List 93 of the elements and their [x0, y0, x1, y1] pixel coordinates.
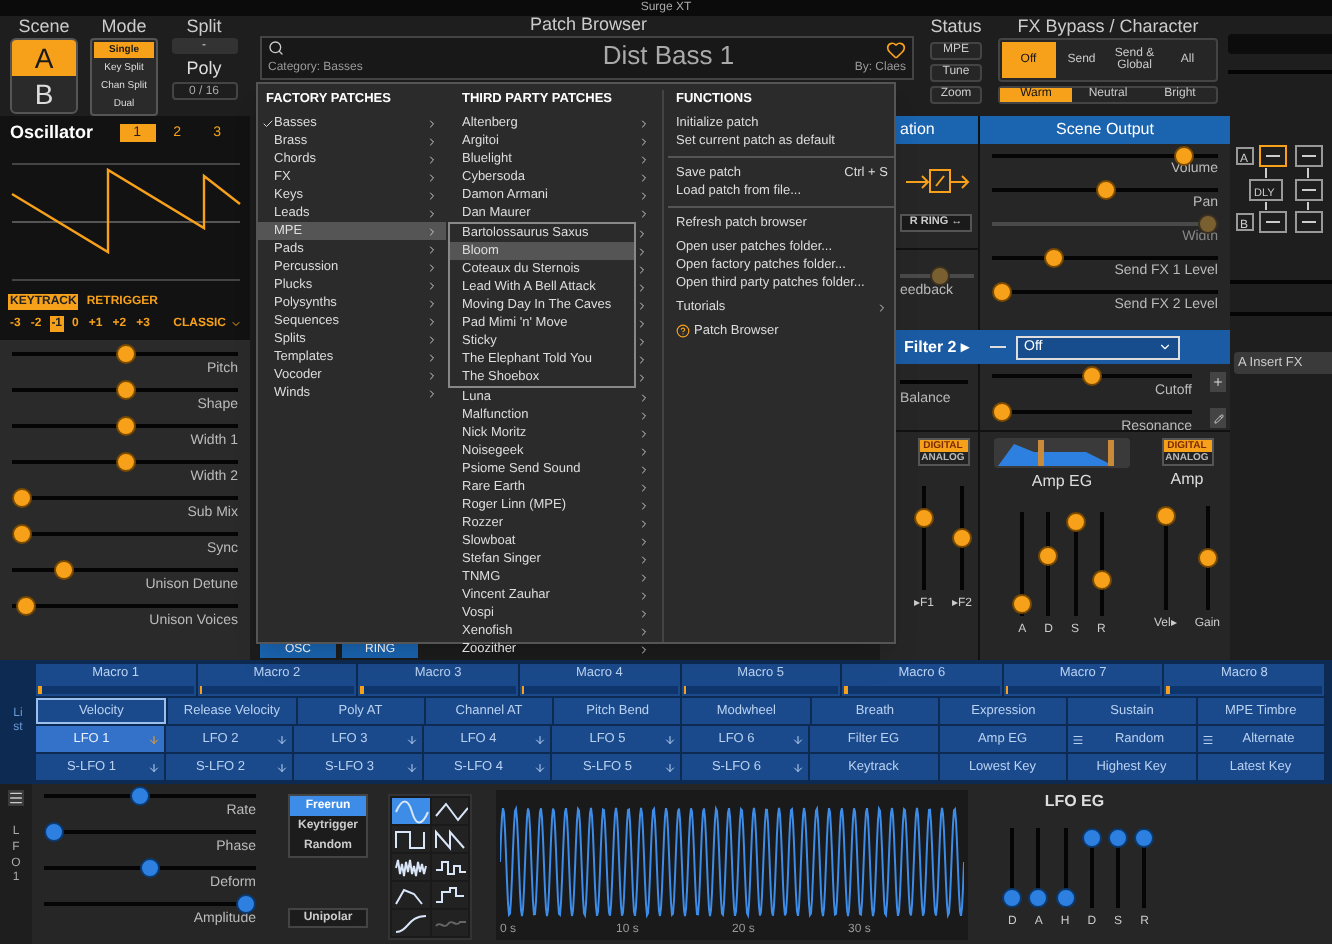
- chevron-icon: [876, 301, 888, 313]
- dash-icon: [990, 346, 1006, 348]
- patch-name: Dist Bass 1: [602, 40, 735, 74]
- scene-button[interactable]: A: [12, 40, 76, 76]
- panel-title: Scene Output: [1056, 120, 1154, 140]
- lfo-shape-button[interactable]: [392, 826, 429, 852]
- arrow-down-icon: [534, 761, 546, 773]
- lfo-shape-button[interactable]: [431, 882, 468, 908]
- slider-thumb[interactable]: [1108, 828, 1129, 848]
- wave-shape-icon: [431, 826, 468, 852]
- slider-thumb[interactable]: [130, 786, 151, 806]
- arrow-down-icon: [792, 733, 804, 745]
- slider-thumb[interactable]: [1055, 888, 1076, 908]
- slider-thumb[interactable]: [1002, 888, 1023, 908]
- wave-shape-icon: [392, 910, 429, 936]
- scene-button[interactable]: B: [12, 76, 76, 112]
- arrow-down-icon: [147, 761, 159, 773]
- check-icon: [262, 117, 274, 129]
- slider-thumb[interactable]: [1155, 506, 1176, 526]
- wave-shape-icon: [392, 798, 429, 824]
- arrow-down-icon: [663, 733, 675, 745]
- slider-thumb[interactable]: [16, 596, 37, 616]
- section-label: Scene: [18, 16, 70, 38]
- plus-icon: [1212, 376, 1224, 388]
- slider-thumb[interactable]: [115, 344, 135, 364]
- slider-thumb[interactable]: [1065, 512, 1085, 532]
- arrow-down-icon: [276, 733, 288, 745]
- lfo-shape-button[interactable]: [431, 798, 468, 824]
- slider-thumb[interactable]: [1043, 248, 1064, 268]
- slider-thumb[interactable]: [236, 894, 256, 914]
- section-label: Poly: [186, 58, 222, 80]
- slider-thumb[interactable]: [53, 560, 74, 580]
- section-label: Split: [186, 16, 222, 38]
- pencil-icon: [1213, 413, 1223, 423]
- arrow-down-icon: [405, 761, 417, 773]
- wave-shape-icon: [392, 826, 429, 852]
- panel-title: ation: [900, 120, 935, 140]
- slider-thumb[interactable]: [929, 266, 950, 286]
- arrow-down-icon: [405, 733, 417, 745]
- edit-button[interactable]: [1210, 408, 1226, 428]
- slider-thumb[interactable]: [992, 402, 1012, 422]
- eg-title: LFO EG: [1044, 792, 1105, 812]
- panel-title: Oscillator: [10, 120, 94, 144]
- menu-icon: [1201, 733, 1213, 745]
- caret-icon: [1158, 340, 1172, 354]
- slider-thumb[interactable]: [1173, 146, 1194, 166]
- heart-icon[interactable]: [886, 40, 906, 60]
- slider-thumb[interactable]: [140, 858, 160, 878]
- slider-thumb[interactable]: [115, 452, 135, 472]
- section-label: Patch Browser: [530, 16, 650, 34]
- amp-label: Amp: [1170, 470, 1204, 490]
- lfo-shape-button[interactable]: [392, 910, 429, 936]
- section-label: FX Bypass / Character: [1017, 16, 1199, 38]
- search-icon: [268, 40, 284, 56]
- slider-thumb[interactable]: [1012, 593, 1033, 614]
- slider-thumb[interactable]: [12, 524, 32, 544]
- slider-thumb[interactable]: [1082, 366, 1102, 386]
- slider-thumb[interactable]: [12, 488, 32, 508]
- wave-shape-icon: [431, 882, 468, 908]
- arrow-down-icon: [792, 761, 804, 773]
- lfo-shape-button[interactable]: [392, 854, 429, 880]
- slider-thumb[interactable]: [44, 822, 64, 842]
- slider-thumb[interactable]: [1081, 828, 1102, 848]
- wave-shape-icon: [431, 798, 468, 824]
- menu-icon[interactable]: [8, 790, 24, 806]
- arrow-down-icon: [147, 733, 159, 745]
- slider-thumb[interactable]: [1028, 888, 1049, 908]
- wave-shape-icon: [392, 854, 429, 880]
- slider-thumb[interactable]: [1134, 828, 1155, 848]
- lfo-shape-button[interactable]: [392, 882, 429, 908]
- plus-button[interactable]: [1210, 372, 1226, 392]
- section-label: Mode: [101, 16, 147, 38]
- envelope-display: [994, 438, 1130, 468]
- slider-thumb[interactable]: [992, 282, 1012, 302]
- slider-thumb[interactable]: [913, 507, 934, 527]
- slider-thumb[interactable]: [952, 528, 972, 548]
- lfo-shape-button[interactable]: [431, 854, 468, 880]
- help-icon: [676, 324, 690, 338]
- slider-thumb[interactable]: [1091, 570, 1112, 591]
- menu-icon: [1072, 733, 1084, 745]
- slider-thumb[interactable]: [1095, 180, 1115, 200]
- section-label: Status: [930, 16, 982, 38]
- slider-thumb[interactable]: [115, 380, 135, 400]
- arrow-down-icon: [534, 733, 546, 745]
- lfo-shape-button[interactable]: [431, 826, 468, 852]
- arrow-down-icon: [276, 761, 288, 773]
- slider-thumb[interactable]: [1038, 545, 1059, 566]
- slider-thumb[interactable]: [1197, 548, 1218, 568]
- slider-thumb[interactable]: [115, 416, 135, 436]
- envelope-label: Amp EG: [1031, 472, 1093, 492]
- caret-icon: [230, 318, 242, 330]
- arrow-down-icon: [663, 761, 675, 773]
- filter-label: Filter 2 ▸: [904, 337, 972, 357]
